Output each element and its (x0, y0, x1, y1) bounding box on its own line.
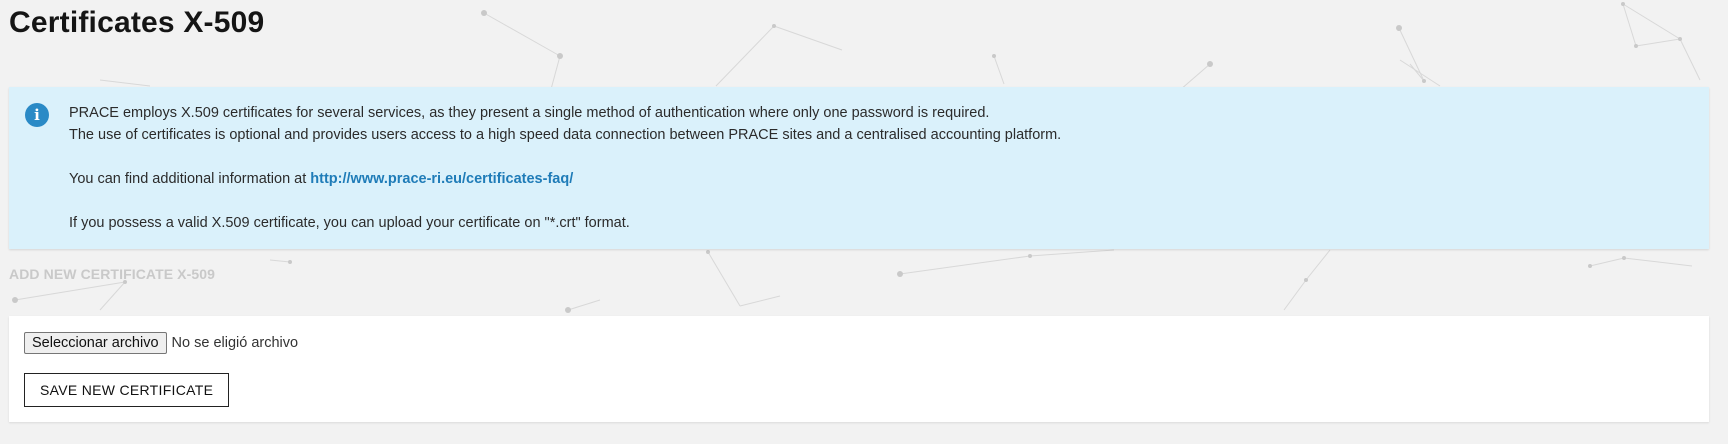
page: Certificates X-509 i PRACE employs X.509… (0, 0, 1728, 444)
info-line-1: PRACE employs X.509 certificates for sev… (69, 105, 990, 121)
info-text: PRACE employs X.509 certificates for sev… (69, 102, 1061, 234)
info-line-3: You can find additional information at h… (69, 168, 1061, 190)
certificates-faq-link[interactable]: http://www.prace-ri.eu/certificates-faq/ (310, 171, 573, 187)
file-input[interactable]: Seleccionar archivo No se eligió archivo (24, 332, 298, 354)
save-new-certificate-button[interactable]: SAVE NEW CERTIFICATE (24, 373, 230, 407)
page-title: Certificates X-509 (9, 6, 265, 39)
info-icon: i (25, 103, 49, 127)
info-line-4: If you possess a valid X.509 certificate… (69, 215, 630, 231)
section-heading: ADD NEW CERTIFICATE X-509 (9, 266, 216, 282)
info-line-3-prefix: You can find additional information at (69, 171, 311, 187)
file-status-text: No se eligió archivo (171, 335, 299, 351)
info-alert-box: i PRACE employs X.509 certificates for s… (9, 87, 1709, 249)
choose-file-button[interactable]: Seleccionar archivo (24, 332, 167, 354)
info-line-2: The use of certificates is optional and … (69, 127, 1062, 143)
upload-panel: Seleccionar archivo No se eligió archivo… (9, 316, 1709, 422)
